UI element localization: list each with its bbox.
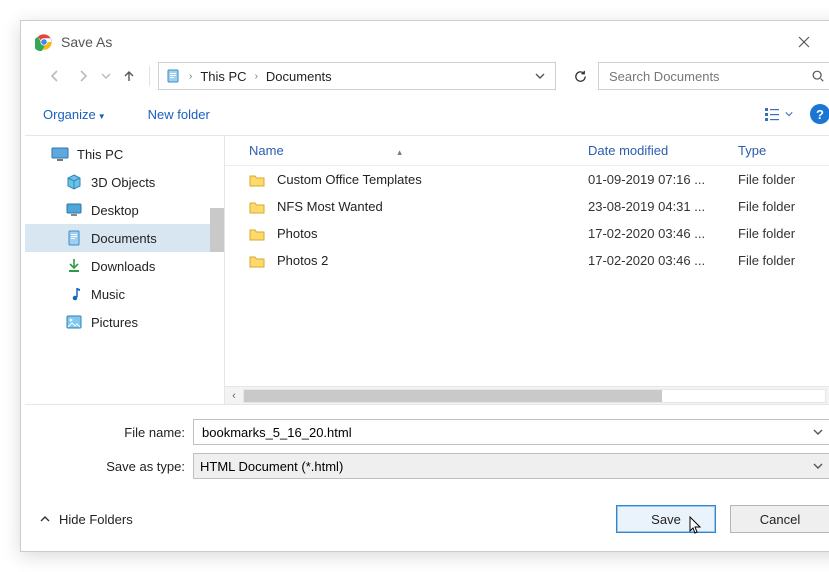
- tree-pictures[interactable]: Pictures: [25, 308, 224, 336]
- savetype-value: HTML Document (*.html): [200, 459, 343, 474]
- horizontal-scrollbar[interactable]: ‹ ›: [225, 386, 829, 404]
- nav-row: › This PC › Documents: [25, 59, 829, 93]
- forward-button[interactable]: [71, 64, 95, 88]
- scroll-left-icon[interactable]: ‹: [225, 390, 243, 402]
- tree-label: 3D Objects: [91, 175, 155, 190]
- folder-icon: [249, 173, 267, 187]
- help-button[interactable]: ?: [810, 104, 829, 124]
- savetype-dropdown[interactable]: [813, 461, 823, 471]
- toolbar: Organize▼ New folder ?: [25, 93, 829, 135]
- folder-icon: [249, 200, 267, 214]
- documents-icon: [65, 230, 83, 246]
- row-name: Photos 2: [277, 253, 588, 268]
- tree-documents[interactable]: Documents: [25, 224, 224, 252]
- address-bar[interactable]: › This PC › Documents: [158, 62, 556, 90]
- scroll-thumb[interactable]: [244, 390, 662, 402]
- cube-icon: [65, 174, 83, 190]
- chrome-icon: [35, 33, 53, 51]
- file-list: Name ▴ Date modified Type Custom Office …: [225, 136, 829, 404]
- row-name: Custom Office Templates: [277, 172, 588, 187]
- window-title: Save As: [61, 34, 112, 50]
- col-type[interactable]: Type: [738, 143, 829, 158]
- pc-icon: [51, 146, 69, 162]
- tree-label: Downloads: [91, 259, 155, 274]
- download-icon: [65, 258, 83, 274]
- row-type: File folder: [738, 199, 829, 214]
- hide-folders-label: Hide Folders: [59, 512, 133, 527]
- folder-icon: [249, 254, 267, 268]
- refresh-button[interactable]: [566, 62, 594, 90]
- col-name[interactable]: Name ▴: [249, 143, 588, 158]
- breadcrumb-this-pc[interactable]: This PC: [198, 69, 248, 84]
- table-row[interactable]: NFS Most Wanted23-08-2019 04:31 ...File …: [225, 193, 829, 220]
- tree-label: Music: [91, 287, 125, 302]
- row-date: 17-02-2020 03:46 ...: [588, 226, 738, 241]
- up-button[interactable]: [117, 64, 141, 88]
- tree-label: This PC: [77, 147, 123, 162]
- table-row[interactable]: Photos17-02-2020 03:46 ...File folder: [225, 220, 829, 247]
- address-dropdown[interactable]: [529, 71, 551, 81]
- picture-icon: [65, 314, 83, 330]
- music-icon: [65, 286, 83, 302]
- chevron-up-icon: [39, 513, 51, 525]
- table-row[interactable]: Custom Office Templates01-09-2019 07:16 …: [225, 166, 829, 193]
- filename-row: File name:: [25, 417, 829, 447]
- savetype-row: Save as type: HTML Document (*.html): [25, 451, 829, 481]
- save-button[interactable]: Save: [616, 505, 716, 533]
- save-as-dialog: Save As › This PC › Documents: [20, 20, 829, 552]
- tree-music[interactable]: Music: [25, 280, 224, 308]
- row-date: 23-08-2019 04:31 ...: [588, 199, 738, 214]
- col-date[interactable]: Date modified: [588, 143, 738, 158]
- table-row[interactable]: Photos 217-02-2020 03:46 ...File folder: [225, 247, 829, 274]
- back-button[interactable]: [43, 64, 67, 88]
- row-type: File folder: [738, 172, 829, 187]
- recent-dropdown[interactable]: [99, 64, 113, 88]
- row-type: File folder: [738, 226, 829, 241]
- filename-dropdown[interactable]: [813, 427, 823, 437]
- column-headers: Name ▴ Date modified Type: [225, 136, 829, 166]
- documents-icon: [163, 66, 183, 86]
- view-options-button[interactable]: [758, 103, 800, 125]
- filename-field[interactable]: [193, 419, 829, 445]
- row-date: 01-09-2019 07:16 ...: [588, 172, 738, 187]
- search-box[interactable]: [598, 62, 829, 90]
- savetype-field[interactable]: HTML Document (*.html): [193, 453, 829, 479]
- nav-tree: This PC 3D Objects Desktop Documents Dow…: [25, 136, 225, 404]
- tree-label: Pictures: [91, 315, 138, 330]
- row-name: Photos: [277, 226, 588, 241]
- separator: [149, 66, 150, 86]
- tree-scrollbar-thumb[interactable]: [210, 208, 224, 252]
- footer: Hide Folders Save Cancel: [25, 491, 829, 547]
- sort-caret-icon: ▴: [397, 147, 402, 157]
- organize-menu[interactable]: Organize▼: [39, 103, 110, 126]
- desktop-icon: [65, 202, 83, 218]
- cancel-button[interactable]: Cancel: [730, 505, 829, 533]
- tree-downloads[interactable]: Downloads: [25, 252, 224, 280]
- titlebar: Save As: [25, 25, 829, 59]
- search-input[interactable]: [607, 68, 811, 85]
- scroll-track[interactable]: [243, 389, 826, 403]
- tree-label: Desktop: [91, 203, 139, 218]
- filename-label: File name:: [25, 425, 193, 440]
- row-name: NFS Most Wanted: [277, 199, 588, 214]
- tree-label: Documents: [91, 231, 157, 246]
- search-icon: [811, 69, 825, 83]
- cursor-icon: [689, 516, 703, 536]
- new-folder-button[interactable]: New folder: [144, 103, 214, 126]
- breadcrumb-documents[interactable]: Documents: [264, 69, 334, 84]
- row-type: File folder: [738, 253, 829, 268]
- hide-folders-toggle[interactable]: Hide Folders: [39, 512, 133, 527]
- folder-icon: [249, 227, 267, 241]
- filename-input[interactable]: [200, 424, 813, 441]
- close-button[interactable]: [798, 36, 829, 48]
- tree-this-pc[interactable]: This PC: [25, 140, 224, 168]
- row-date: 17-02-2020 03:46 ...: [588, 253, 738, 268]
- organize-label: Organize: [43, 107, 96, 122]
- tree-3d-objects[interactable]: 3D Objects: [25, 168, 224, 196]
- tree-desktop[interactable]: Desktop: [25, 196, 224, 224]
- chevron-right-icon: ›: [183, 71, 198, 82]
- savetype-label: Save as type:: [25, 459, 193, 474]
- chevron-right-icon: ›: [249, 71, 264, 82]
